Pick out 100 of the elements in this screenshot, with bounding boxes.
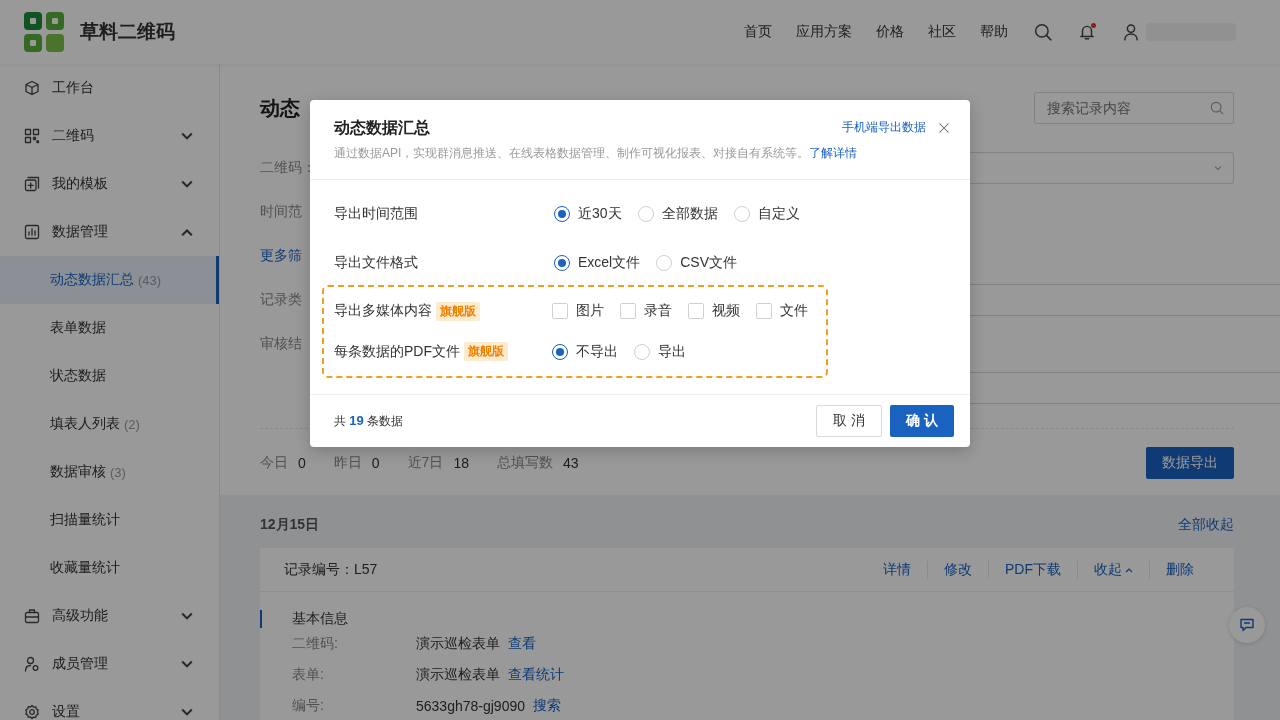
stat-value: 43: [562, 455, 579, 471]
checkbox[interactable]: [688, 303, 704, 319]
nav-link[interactable]: 应用方案: [796, 23, 852, 41]
sidebar-item[interactable]: 高级功能: [0, 592, 219, 640]
export-button[interactable]: 数据导出: [1146, 447, 1234, 479]
subitem-label: 扫描量统计: [50, 511, 120, 529]
dialog-description: 通过数据API，实现群消息推送、在线表格数据管理、制作可视化报表、对接自有系统等。了解详情: [334, 145, 859, 162]
stat-value: 0: [371, 455, 380, 471]
plan-badge: 旗舰版: [464, 342, 508, 361]
option-text: 文件: [780, 302, 808, 320]
briefcase-icon: [24, 608, 40, 624]
sidebar-subitem[interactable]: 表单数据: [0, 304, 219, 352]
stat-label: 总填写数: [496, 454, 553, 472]
item-count: (2): [124, 416, 140, 432]
logo-icon: [24, 12, 64, 52]
user-icon: [24, 656, 40, 672]
filter-label: 时间范: [260, 203, 303, 221]
stat-value: 0: [298, 455, 306, 471]
record-action-link[interactable]: 详情: [867, 560, 927, 579]
chevron-down-icon: [1213, 163, 1223, 173]
checkbox[interactable]: [620, 303, 636, 319]
settings-icon: [24, 704, 40, 720]
plan-badge: 旗舰版: [436, 301, 480, 321]
sidebar-item[interactable]: 二维码: [0, 112, 219, 160]
sidebar-item[interactable]: 设置: [0, 688, 219, 720]
filter-label: 审核结: [260, 335, 303, 353]
option-text: 图片: [576, 302, 604, 320]
option-text: 自定义: [757, 205, 800, 223]
nav-link[interactable]: 帮助: [980, 23, 1008, 41]
sidebar-item[interactable]: 数据管理: [0, 208, 219, 256]
subitem-label: 表单数据: [50, 319, 106, 337]
search-icon: [1034, 23, 1052, 41]
page-title: 动态: [260, 95, 300, 121]
chart-icon: [24, 224, 40, 240]
option-label: 导出多媒体内容: [334, 302, 432, 320]
confirm-button[interactable]: 确 认: [890, 405, 954, 437]
item-count: (43): [138, 272, 162, 288]
item-count: (3): [110, 464, 126, 480]
subitem-label: 状态数据: [50, 367, 106, 385]
sidebar-item[interactable]: 工作台: [0, 64, 219, 112]
close-icon: [938, 121, 950, 134]
qr-code-icon: [24, 128, 40, 144]
stat-value: 18: [453, 455, 469, 471]
option-label: 每条数据的PDF文件: [334, 342, 460, 361]
nav-link[interactable]: 首页: [744, 23, 772, 41]
option-text: 近30天: [578, 205, 622, 223]
field-link[interactable]: 查看统计: [508, 665, 564, 684]
sidebar-subitem[interactable]: 扫描量统计: [0, 496, 219, 544]
stat-label: 今日: [260, 454, 288, 472]
record-count: 共 19 条数据: [334, 412, 405, 430]
date-heading: 12月15日: [260, 515, 320, 534]
option-text: 录音: [644, 302, 672, 320]
record-action-link[interactable]: 收起: [1077, 560, 1149, 579]
record-action-link[interactable]: PDF下载: [988, 560, 1077, 579]
sidebar-subitem[interactable]: 状态数据: [0, 352, 219, 400]
chat-icon: [1239, 617, 1255, 633]
option-text: 导出: [658, 342, 686, 361]
option-text: 视频: [712, 302, 740, 320]
subitem-label: 收藏量统计: [50, 559, 120, 577]
option-text: CSV文件: [680, 253, 738, 272]
cube-icon: [24, 80, 40, 96]
nav-link[interactable]: 价格: [876, 23, 904, 41]
nav-link[interactable]: 社区: [928, 23, 956, 41]
option-text: 不导出: [576, 342, 618, 361]
option-text: 全部数据: [661, 205, 718, 223]
chat-button[interactable]: [1229, 607, 1265, 643]
bell-icon: [1078, 23, 1096, 41]
record-action-link[interactable]: 删除: [1149, 560, 1210, 579]
option-label: 导出文件格式: [334, 253, 418, 272]
field-link[interactable]: 搜索: [533, 696, 561, 715]
sidebar-item[interactable]: 成员管理: [0, 640, 219, 688]
sidebar-subitem[interactable]: 填表人列表 (2): [0, 400, 219, 448]
notification-button[interactable]: [1078, 23, 1096, 41]
template-icon: [24, 176, 40, 192]
sidebar-item[interactable]: 我的模板: [0, 160, 219, 208]
field-value: 演示巡检表单: [416, 634, 500, 653]
checkbox[interactable]: [552, 303, 568, 319]
sidebar-subitem[interactable]: 数据审核 (3): [0, 448, 219, 496]
record-id: 记录编号：L57: [284, 560, 379, 579]
collapse-all-link[interactable]: 全部收起: [1178, 515, 1234, 534]
checkbox[interactable]: [756, 303, 772, 319]
field-value: 5633gh78-gj9090: [416, 697, 525, 714]
field-link[interactable]: 查看: [508, 634, 536, 653]
mobile-export-link[interactable]: 手机端导出数据: [842, 119, 926, 136]
user-icon: [1122, 23, 1140, 41]
learn-more-link[interactable]: 了解详情: [809, 146, 858, 160]
search-field[interactable]: 搜索记录内容: [1034, 92, 1234, 124]
subitem-label: 动态数据汇总: [50, 271, 134, 289]
sidebar-subitem[interactable]: 动态数据汇总 (43): [0, 256, 219, 304]
subitem-label: 填表人列表: [50, 415, 120, 433]
sidebar-subitem[interactable]: 收藏量统计: [0, 544, 219, 592]
field-label: 表单:: [292, 665, 325, 684]
option-label: 导出时间范围: [334, 205, 418, 223]
search-icon: [1210, 101, 1224, 115]
subitem-label: 数据审核: [50, 463, 106, 481]
option-text: Excel文件: [578, 253, 641, 272]
stat-label: 近7日: [407, 454, 444, 472]
record-action-link[interactable]: 修改: [927, 560, 988, 579]
cancel-button[interactable]: 取 消: [816, 405, 883, 437]
logo-text: 草料二维码: [80, 20, 175, 44]
